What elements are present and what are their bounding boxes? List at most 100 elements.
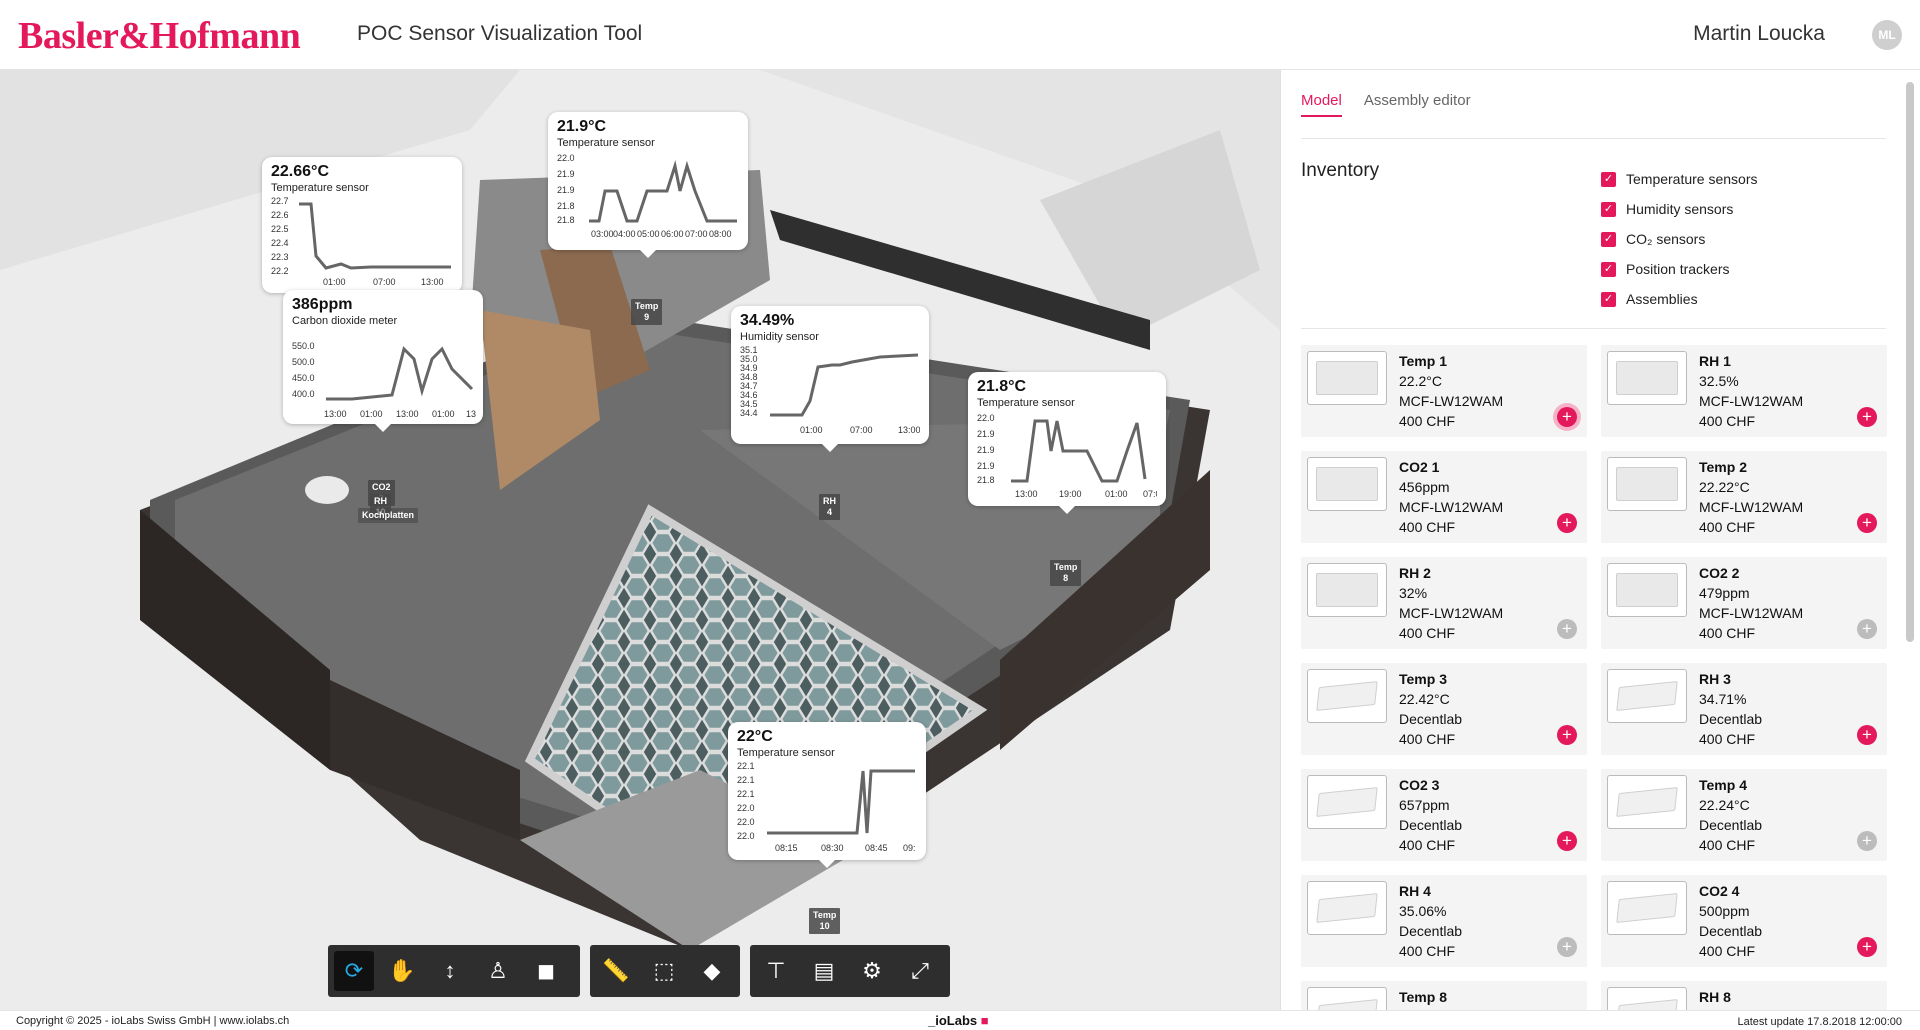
- checkbox-checked-icon[interactable]: ✓: [1601, 171, 1616, 187]
- measure-icon[interactable]: 📏: [596, 951, 636, 991]
- x-tick: 13:00: [396, 409, 419, 419]
- sensor-popup[interactable]: 22°C Temperature sensor 22.1 22.1 22.1 2…: [728, 722, 926, 868]
- y-tick: 22.1: [737, 789, 755, 799]
- card-name: CO2 3: [1399, 777, 1440, 793]
- filter-label: Assemblies: [1626, 291, 1698, 307]
- add-button[interactable]: +: [1857, 937, 1877, 957]
- inventory-card[interactable]: RH 3 34.71% Decentlab 400 CHF +: [1601, 663, 1887, 755]
- inventory-card[interactable]: CO2 4 500ppm Decentlab 400 CHF +: [1601, 875, 1887, 967]
- tab-model[interactable]: Model: [1301, 92, 1342, 117]
- sensor-popup[interactable]: 21.9°C Temperature sensor 22.0 21.9 21.9…: [548, 112, 748, 258]
- filter-co2[interactable]: ✓ CO₂ sensors: [1601, 224, 1758, 254]
- add-button[interactable]: +: [1557, 725, 1577, 745]
- 3d-viewer[interactable]: 22.66°C Temperature sensor 22.7 22.6 22.…: [0, 70, 1280, 1010]
- sensor-popup[interactable]: 21.8°C Temperature sensor 22.0 21.9 21.9…: [968, 372, 1166, 514]
- sensor-type: Humidity sensor: [740, 331, 819, 343]
- section-box-icon[interactable]: ⬚: [644, 951, 684, 991]
- y-tick: 21.9: [977, 445, 995, 455]
- add-button[interactable]: +: [1857, 407, 1877, 427]
- inventory-card[interactable]: Temp 2 22.22°C MCF-LW12WAM 400 CHF +: [1601, 451, 1887, 543]
- user-name[interactable]: Martin Loucka: [1693, 22, 1825, 46]
- panel-scrollbar[interactable]: [1906, 82, 1914, 642]
- filter-humidity[interactable]: ✓ Humidity sensors: [1601, 194, 1758, 224]
- model-tree-icon[interactable]: ⊤: [756, 951, 796, 991]
- device-shape: [1616, 787, 1678, 817]
- checkbox-checked-icon[interactable]: ✓: [1601, 231, 1616, 247]
- y-tick: 21.8: [557, 215, 575, 225]
- sensor-device-image: [1607, 775, 1687, 829]
- divider: [1301, 138, 1886, 139]
- user-avatar[interactable]: ML: [1872, 20, 1902, 50]
- card-name: RH 3: [1699, 671, 1731, 687]
- sensor-tag[interactable]: Temp 8: [1050, 560, 1082, 586]
- sensor-popup[interactable]: 22.66°C Temperature sensor 22.7 22.6 22.…: [262, 157, 462, 301]
- properties-icon[interactable]: ▤: [804, 951, 844, 991]
- add-button[interactable]: +: [1557, 513, 1577, 533]
- card-text: Temp 1 22.2°C MCF-LW12WAM 400 CHF: [1399, 351, 1503, 431]
- checkbox-checked-icon[interactable]: ✓: [1601, 201, 1616, 217]
- filter-assemblies[interactable]: ✓ Assemblies: [1601, 284, 1758, 314]
- card-text: CO2 4 500ppm Decentlab 400 CHF: [1699, 881, 1762, 961]
- sensor-value: 22°C: [737, 728, 773, 745]
- y-tick: 22.1: [737, 775, 755, 785]
- card-price: 400 CHF: [1699, 837, 1756, 853]
- inventory-card[interactable]: Temp 1 22.2°C MCF-LW12WAM 400 CHF +: [1301, 345, 1587, 437]
- card-name: CO2 4: [1699, 883, 1740, 899]
- card-model: Decentlab: [1399, 817, 1463, 833]
- inventory-card[interactable]: RH 8: [1601, 981, 1887, 1010]
- sensor-type: Temperature sensor: [557, 137, 655, 149]
- x-tick: 01:00: [800, 425, 823, 435]
- inventory-card[interactable]: Temp 3 22.42°C Decentlab 400 CHF +: [1301, 663, 1587, 755]
- brand-text: _ioLabs: [928, 1013, 978, 1028]
- inventory-card[interactable]: Temp 8: [1301, 981, 1587, 1010]
- card-price: 400 CHF: [1699, 625, 1756, 641]
- orbit-icon[interactable]: ⟳: [334, 951, 374, 991]
- sensor-value: 21.9°C: [557, 118, 607, 135]
- inventory-card[interactable]: RH 1 32.5% MCF-LW12WAM 400 CHF +: [1601, 345, 1887, 437]
- company-logo[interactable]: Basler&Hofmann: [18, 14, 301, 58]
- sensor-device-image: [1307, 563, 1387, 617]
- inventory-card[interactable]: CO2 2 479ppm MCF-LW12WAM 400 CHF +: [1601, 557, 1887, 649]
- explode-icon[interactable]: ◆: [692, 951, 732, 991]
- tag-label: RH: [374, 496, 387, 506]
- tab-assembly-editor[interactable]: Assembly editor: [1364, 92, 1471, 117]
- elevation-icon[interactable]: ↕: [430, 951, 470, 991]
- first-person-icon[interactable]: ♙: [478, 951, 518, 991]
- inventory-card[interactable]: CO2 1 456ppm MCF-LW12WAM 400 CHF +: [1301, 451, 1587, 543]
- sensor-tag[interactable]: Temp 9: [631, 299, 663, 325]
- sensor-tag[interactable]: RH 4: [819, 494, 840, 520]
- sensor-tag[interactable]: Temp 10: [809, 908, 841, 934]
- card-value: 35.06%: [1399, 903, 1447, 919]
- sensor-sparkline: 22.7 22.6 22.5 22.4 22.3 22.2 01:00 07:0…: [271, 196, 451, 286]
- pan-icon[interactable]: ✋: [382, 951, 422, 991]
- y-tick: 22.0: [737, 817, 755, 827]
- side-panel: Model Assembly editor Inventory ✓ Tempera…: [1280, 70, 1920, 1010]
- add-button[interactable]: +: [1857, 831, 1877, 851]
- inventory-card[interactable]: RH 4 35.06% Decentlab 400 CHF +: [1301, 875, 1587, 967]
- add-button[interactable]: +: [1557, 937, 1577, 957]
- y-tick: 22.1: [737, 761, 755, 771]
- add-button[interactable]: +: [1557, 831, 1577, 851]
- navigation-toolbar: ⟳ ✋ ↕ ♙ ◼: [328, 945, 580, 997]
- sensor-popup[interactable]: 386ppm Carbon dioxide meter 550.0 500.0 …: [283, 290, 483, 432]
- equipment-tag[interactable]: Kochplatten: [358, 508, 419, 523]
- add-button[interactable]: +: [1557, 407, 1577, 427]
- settings-icon[interactable]: ⚙: [852, 951, 892, 991]
- x-tick: 06:00: [661, 229, 684, 239]
- checkbox-checked-icon[interactable]: ✓: [1601, 261, 1616, 277]
- checkbox-checked-icon[interactable]: ✓: [1601, 291, 1616, 307]
- add-button[interactable]: +: [1857, 619, 1877, 639]
- add-button[interactable]: +: [1557, 619, 1577, 639]
- y-tick: 21.9: [977, 461, 995, 471]
- camera-icon[interactable]: ◼: [526, 951, 566, 991]
- filter-position[interactable]: ✓ Position trackers: [1601, 254, 1758, 284]
- inventory-card[interactable]: CO2 3 657ppm Decentlab 400 CHF +: [1301, 769, 1587, 861]
- inventory-card[interactable]: RH 2 32% MCF-LW12WAM 400 CHF +: [1301, 557, 1587, 649]
- add-button[interactable]: +: [1857, 725, 1877, 745]
- add-button[interactable]: +: [1857, 513, 1877, 533]
- fullscreen-icon[interactable]: ⤢: [900, 951, 940, 991]
- inventory-card[interactable]: Temp 4 22.24°C Decentlab 400 CHF +: [1601, 769, 1887, 861]
- filter-temperature[interactable]: ✓ Temperature sensors: [1601, 164, 1758, 194]
- sensor-popup[interactable]: 34.49% Humidity sensor 35.1 35.0 34.9 34…: [731, 306, 929, 452]
- device-shape: [1316, 999, 1378, 1010]
